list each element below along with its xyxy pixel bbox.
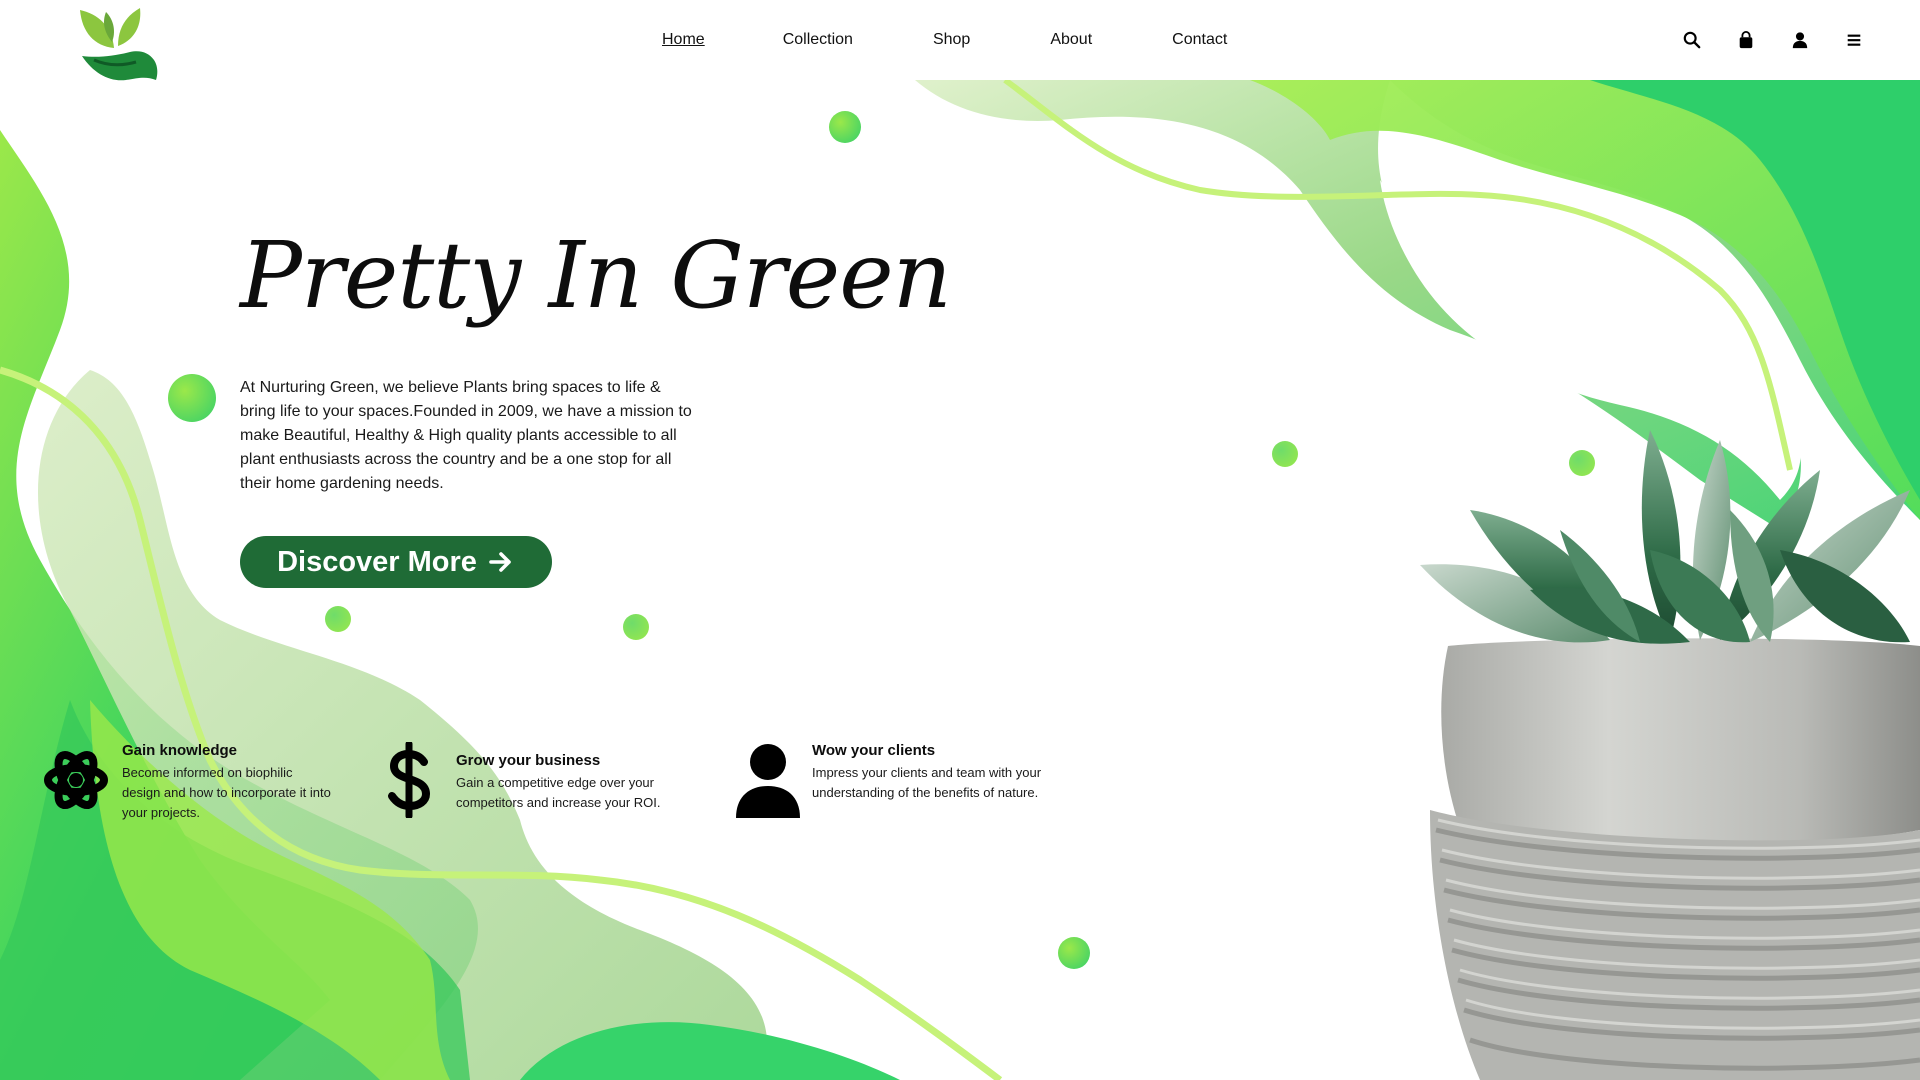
nav-link-about[interactable]: About xyxy=(1050,31,1092,49)
decor-dot xyxy=(829,111,861,143)
discover-more-button[interactable]: Discover More xyxy=(240,536,552,588)
search-icon[interactable] xyxy=(1682,30,1702,50)
feature-title: Wow your clients xyxy=(812,742,936,759)
user-icon[interactable] xyxy=(1790,30,1810,50)
feature-description: Impress your clients and team with your … xyxy=(812,765,1042,800)
succulent-pot-image xyxy=(1420,430,1920,1080)
arrow-right-icon xyxy=(489,552,511,572)
feature-description: Gain a competitive edge over your compet… xyxy=(456,775,661,810)
decor-dot xyxy=(1058,937,1090,969)
menu-icon[interactable] xyxy=(1844,30,1864,50)
feature-title: Grow your business xyxy=(456,752,601,769)
decor-dot xyxy=(325,606,351,632)
hero-title: Pretty In Green xyxy=(240,222,952,329)
feature-grow-business: Grow your business Gain a competitive ed… xyxy=(376,742,686,818)
nav-link-contact[interactable]: Contact xyxy=(1172,31,1227,49)
nav-link-collection[interactable]: Collection xyxy=(783,31,853,49)
discover-more-label: Discover More xyxy=(277,545,477,578)
shopping-bag-icon[interactable] xyxy=(1736,30,1756,50)
brand-logo-icon[interactable] xyxy=(74,6,160,82)
decor-dot xyxy=(623,614,649,640)
feature-wow-clients: Wow your clients Impress your clients an… xyxy=(732,742,1048,818)
atom-icon xyxy=(42,742,110,818)
hero-description: At Nurturing Green, we believe Plants br… xyxy=(240,379,692,492)
decor-dot xyxy=(168,374,216,422)
nav-icon-group xyxy=(1682,0,1864,80)
feature-gain-knowledge: Gain knowledge Become informed on biophi… xyxy=(42,742,332,823)
nav-link-home[interactable]: Home xyxy=(662,31,705,49)
dollar-icon xyxy=(376,742,444,818)
feature-description: Become informed on biophilic design and … xyxy=(122,765,331,820)
main-nav: Home Collection Shop About Contact xyxy=(662,0,1227,80)
feature-title: Gain knowledge xyxy=(122,742,238,759)
decor-dot xyxy=(1272,441,1298,467)
nav-link-shop[interactable]: Shop xyxy=(933,31,970,49)
top-navbar: Home Collection Shop About Contact xyxy=(0,0,1920,82)
person-icon xyxy=(732,742,800,818)
